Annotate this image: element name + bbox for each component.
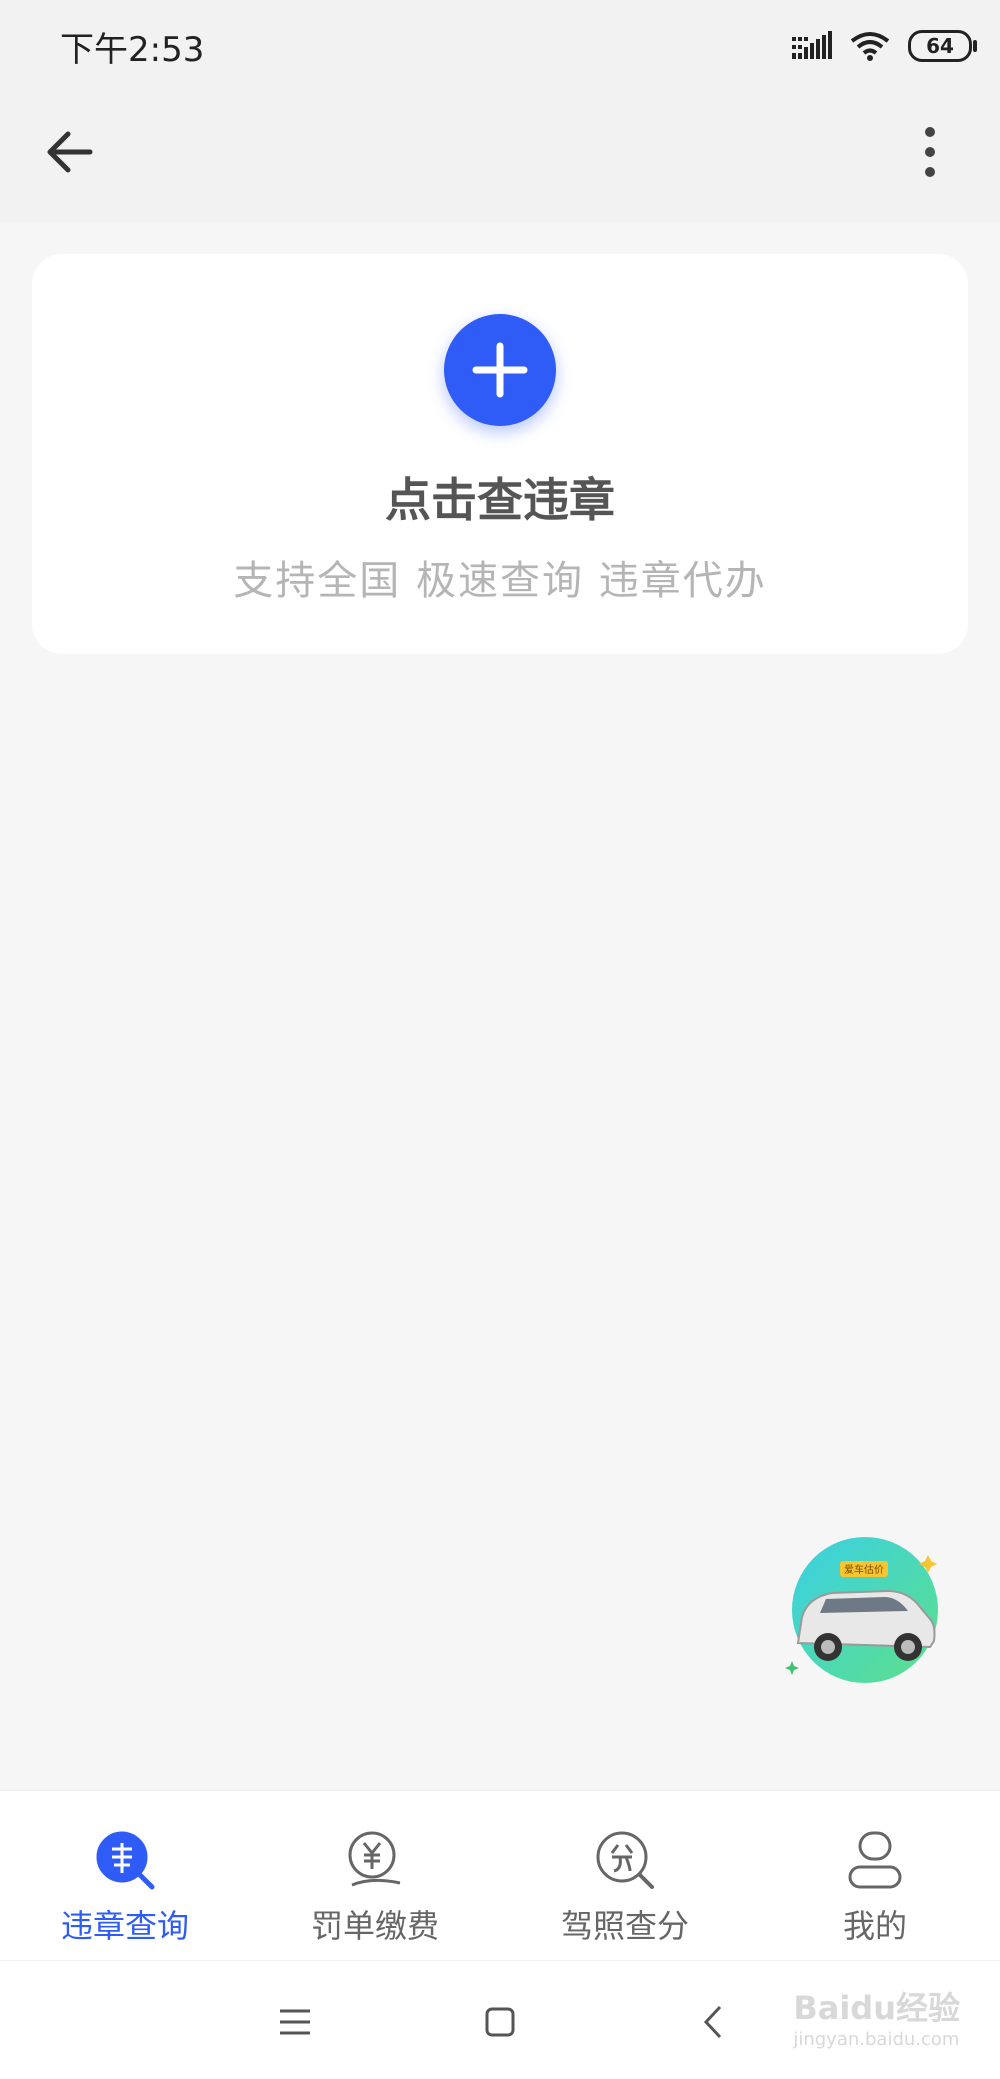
home-icon	[485, 2007, 515, 2037]
system-back-button[interactable]	[690, 1997, 740, 2047]
battery-level: 64	[926, 34, 954, 58]
watermark-url: jingyan.baidu.com	[793, 2029, 960, 2050]
arrow-left-icon	[47, 131, 93, 173]
car-valuation-badge[interactable]: 爱车估价	[780, 1525, 950, 1695]
back-icon	[703, 2005, 722, 2039]
violation-search-icon	[96, 1831, 155, 1890]
fine-payment-icon	[348, 1831, 401, 1887]
more-vertical-icon	[925, 127, 935, 177]
badge-text: 爱车估价	[844, 1563, 884, 1576]
bottom-tab-bar: 违章查询 罚单缴费 驾照查分 我的	[0, 1790, 1000, 1961]
add-vehicle-button[interactable]	[444, 314, 556, 426]
status-icons: 64	[792, 24, 977, 68]
app-bar	[0, 92, 1000, 222]
battery-icon: 64	[908, 30, 977, 62]
license-points-icon	[596, 1831, 654, 1889]
query-card[interactable]: 点击查违章 支持全国 极速查询 违章代办	[32, 254, 968, 654]
tab-label: 驾照查分	[560, 1907, 689, 1945]
menu-icon	[280, 2009, 310, 2035]
tab-license-points[interactable]: 驾照查分	[500, 1791, 750, 1961]
tab-label: 罚单缴费	[310, 1907, 439, 1945]
tab-label: 我的	[842, 1907, 907, 1945]
back-button[interactable]	[40, 122, 100, 182]
watermark-text: Baidu经验	[793, 1989, 960, 2027]
more-options-button[interactable]	[900, 122, 960, 182]
card-title: 点击查违章	[385, 473, 615, 527]
system-nav-bar: Baidu经验 jingyan.baidu.com	[0, 1960, 1000, 2079]
tab-violation-query[interactable]: 违章查询	[0, 1791, 250, 1961]
menu-button[interactable]	[270, 1997, 320, 2047]
tab-profile[interactable]: 我的	[750, 1791, 1000, 1961]
profile-icon	[848, 1831, 902, 1889]
card-subtitle: 支持全国 极速查询 违章代办	[233, 558, 767, 604]
signal-icon	[792, 31, 832, 59]
watermark: Baidu经验 jingyan.baidu.com	[793, 1983, 960, 2050]
tab-label: 违章查询	[60, 1907, 189, 1945]
tab-fine-payment[interactable]: 罚单缴费	[250, 1791, 500, 1961]
status-time: 下午2:53	[60, 30, 205, 70]
plus-icon	[472, 342, 528, 398]
wifi-icon	[850, 32, 890, 61]
home-button[interactable]	[475, 1997, 525, 2047]
status-bar: 下午2:53 64	[0, 0, 1000, 92]
car-promo-icon: 爱车估价	[785, 1537, 938, 1683]
